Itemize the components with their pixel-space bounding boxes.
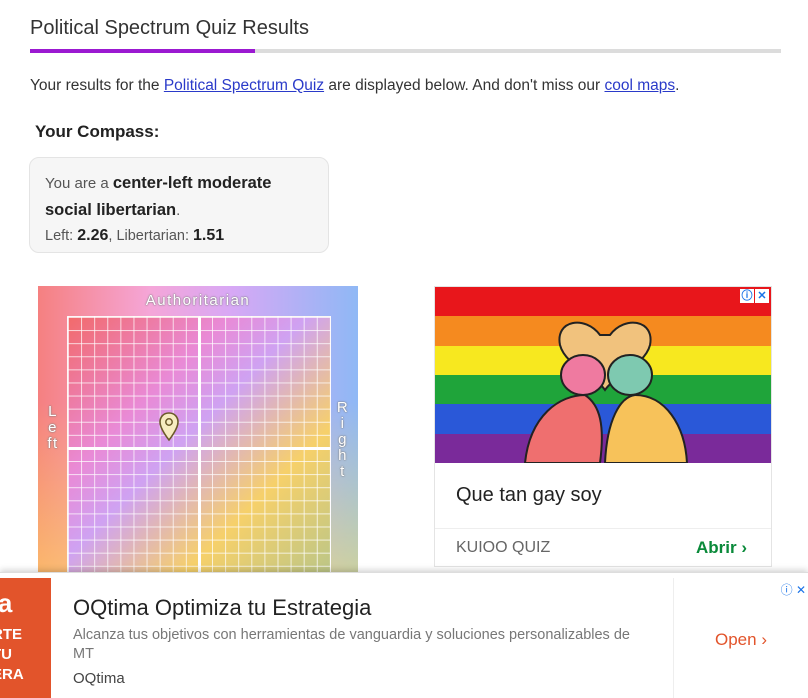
result-scores: Left: 2.26, Libertarian: 1.51 [45, 224, 328, 248]
logo-big-text: na [0, 588, 13, 618]
intro-suffix: . [675, 77, 680, 94]
oqtima-logo: na RTE TU ERA [0, 578, 51, 698]
logo-line-1: RTE [0, 626, 22, 643]
location-pin-icon [159, 412, 179, 442]
couple-illustration-icon [523, 321, 689, 463]
bottom-ad-title[interactable]: OQtima Optimiza tu Estrategia [73, 595, 371, 621]
cool-maps-link[interactable]: cool maps [604, 77, 675, 94]
result-sentence: You are a center-left moderate social lib… [45, 170, 328, 224]
vertical-axis [198, 317, 201, 576]
intro-prefix: Your results for the [30, 77, 164, 94]
compass-heading: Your Compass: [35, 122, 160, 141]
adchoices-info-icon[interactable]: ⓘ [740, 289, 754, 303]
chevron-right-icon: › [741, 538, 747, 557]
title-underline-accent [30, 49, 255, 53]
bottom-ad-brand: OQtima [73, 670, 125, 687]
logo-line-3: ERA [0, 666, 24, 683]
logo-line-2: TU [0, 646, 12, 663]
result-period: . [176, 202, 181, 219]
libertarian-score-label: Libertarian: [116, 228, 194, 244]
result-prefix: You are a [45, 175, 113, 192]
bottom-ad-open-button[interactable]: Open › [715, 630, 767, 650]
bottom-banner-ad[interactable]: na RTE TU ERA OQtima Optimiza tu Estrate… [0, 572, 808, 698]
bottom-ad-description: Alcanza tus objetivos con herramientas d… [73, 627, 630, 662]
bottom-ad-open-label: Open [715, 630, 757, 649]
bottom-ad-separator [673, 578, 674, 698]
ad-card-title[interactable]: Que tan gay soy [456, 484, 602, 507]
adchoices-info-icon[interactable]: ⓘ ✕ [781, 581, 806, 598]
authoritarian-label: Authoritarian [145, 292, 251, 309]
intro-middle: are displayed below. And don't miss our [324, 77, 605, 94]
compass-grid [67, 316, 331, 576]
right-axis-label: Right [336, 399, 350, 480]
ad-card-open-button[interactable]: Abrir › [696, 538, 747, 558]
left-score-label: Left: [45, 228, 78, 244]
chevron-right-icon: › [761, 630, 767, 649]
ad-card-quiz[interactable]: ⓘ ✕ Que tan gay soy KUIOO QUIZ Abrir › [434, 286, 772, 567]
ad-card-open-label: Abrir [695, 538, 737, 557]
title-underline [30, 49, 781, 53]
ad-close-icon[interactable]: ✕ [755, 289, 769, 303]
political-compass-chart: Authoritarian Left Right [38, 286, 358, 576]
left-axis-label: Left [47, 403, 59, 452]
result-box: You are a center-left moderate social lib… [29, 157, 329, 253]
ad-card-brand: KUIOO QUIZ [456, 539, 551, 556]
rainbow-flag-image: ⓘ ✕ [435, 287, 771, 463]
quiz-link[interactable]: Political Spectrum Quiz [164, 77, 324, 94]
left-score-value: 2.26 [77, 227, 109, 244]
page-title: Political Spectrum Quiz Results [30, 17, 309, 39]
libertarian-score-value: 1.51 [193, 227, 225, 244]
ad-choices[interactable]: ⓘ ✕ [740, 289, 769, 303]
intro-text: Your results for the Political Spectrum … [30, 77, 679, 95]
ad-card-divider [435, 528, 771, 529]
